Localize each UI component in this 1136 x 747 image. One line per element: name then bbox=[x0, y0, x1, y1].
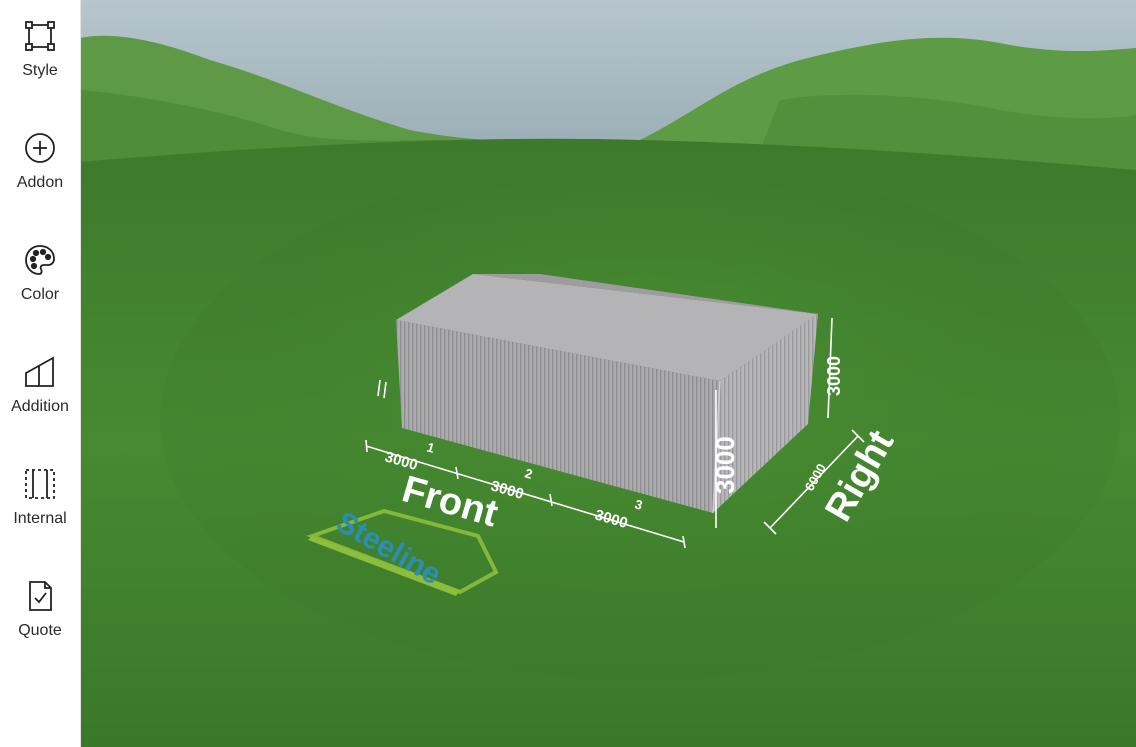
color-palette-icon bbox=[22, 242, 58, 278]
height-label: 3000 bbox=[710, 436, 740, 494]
internal-icon bbox=[22, 466, 58, 502]
style-button[interactable]: Style bbox=[0, 0, 80, 100]
addition-button[interactable]: Addition bbox=[0, 336, 80, 436]
3d-viewport[interactable]: 1 3000 2 3000 3 3000 Front 3000 3000 600… bbox=[80, 0, 1136, 747]
quote-icon bbox=[22, 578, 58, 614]
toolbar-sidebar: Style Addon Color Addition Internal Quot… bbox=[0, 0, 81, 747]
addon-button[interactable]: Addon bbox=[0, 112, 80, 212]
internal-label: Internal bbox=[13, 510, 67, 527]
style-icon bbox=[22, 18, 58, 54]
addon-plus-icon bbox=[22, 130, 58, 166]
internal-button[interactable]: Internal bbox=[0, 448, 80, 548]
quote-button[interactable]: Quote bbox=[0, 560, 80, 660]
style-label: Style bbox=[22, 62, 58, 79]
side-height-label: 3000 bbox=[824, 356, 844, 396]
color-button[interactable]: Color bbox=[0, 224, 80, 324]
color-label: Color bbox=[20, 286, 60, 303]
addon-label: Addon bbox=[16, 174, 64, 191]
addition-label: Addition bbox=[11, 398, 69, 415]
quote-label: Quote bbox=[18, 622, 62, 639]
addition-icon bbox=[22, 354, 58, 390]
scene-canvas: 1 3000 2 3000 3 3000 Front 3000 3000 600… bbox=[80, 0, 1136, 747]
